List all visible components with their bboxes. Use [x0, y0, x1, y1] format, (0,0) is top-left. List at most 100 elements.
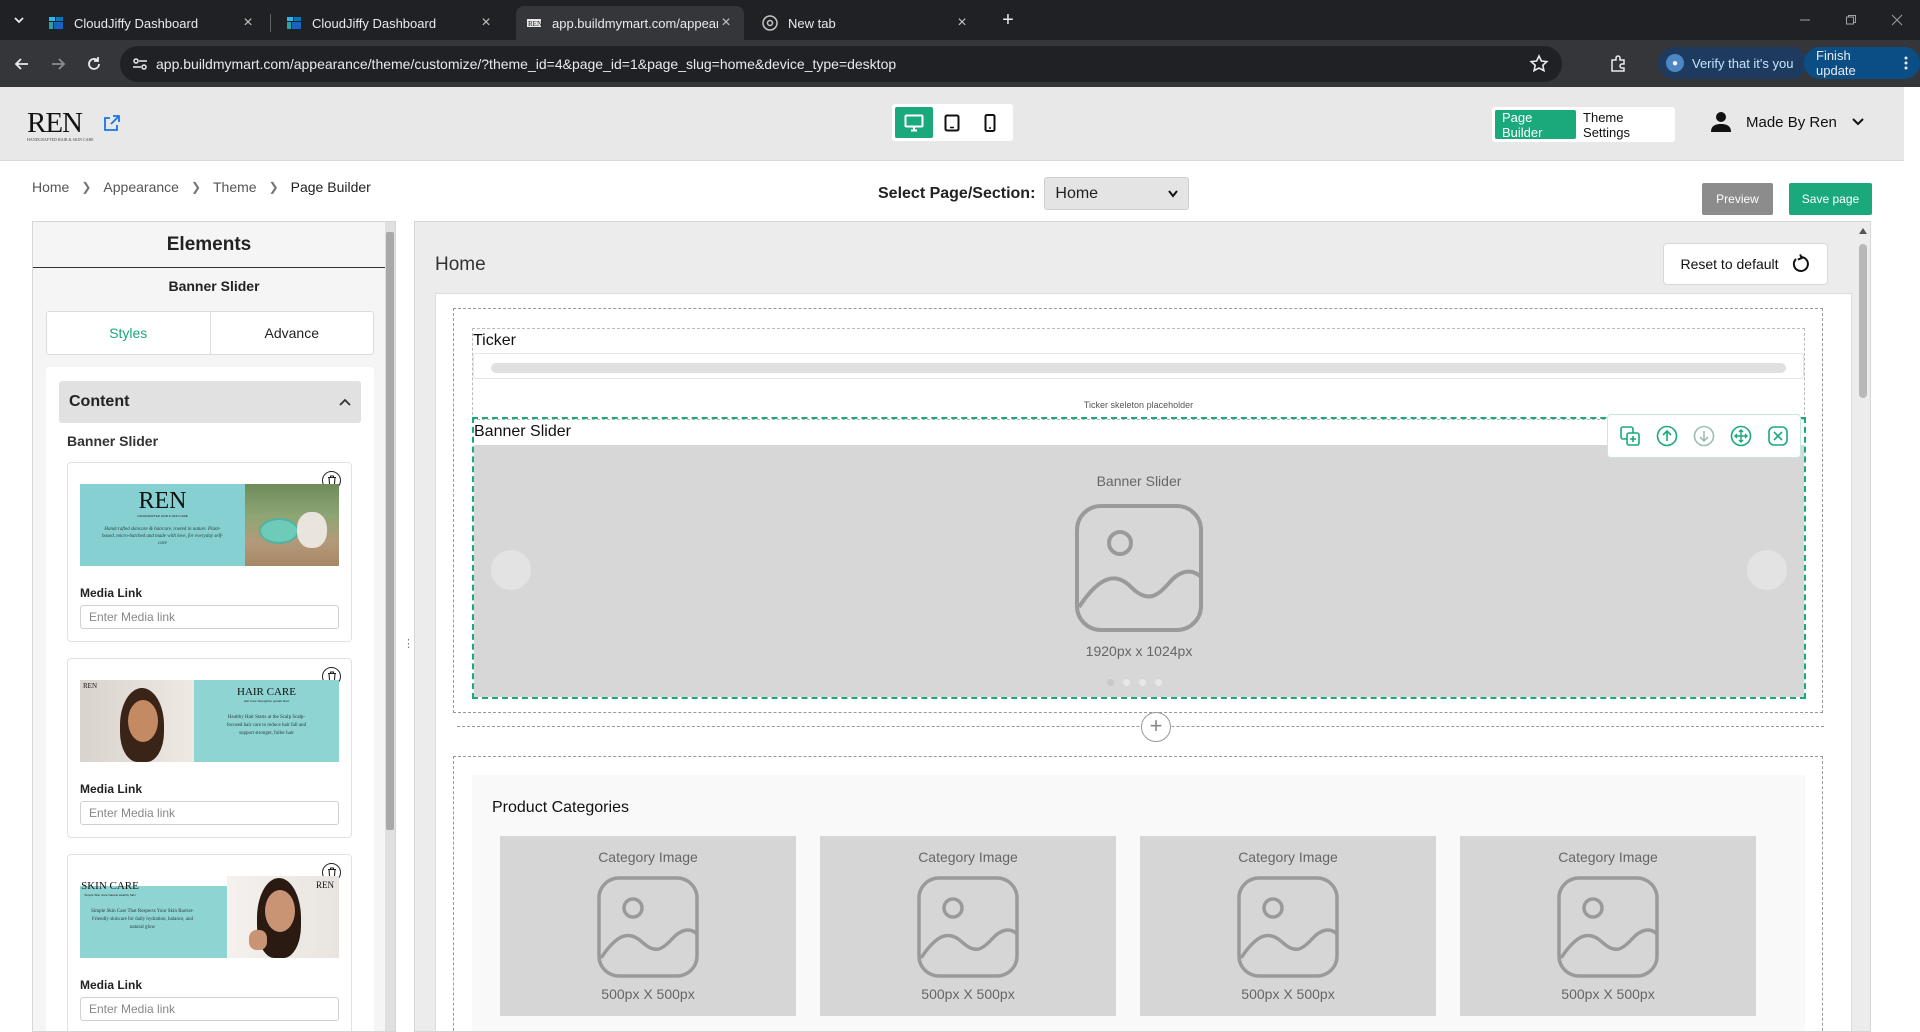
scroll-up-arrow-icon[interactable]: [1859, 228, 1867, 234]
move-down-icon[interactable]: [1692, 424, 1716, 448]
close-window-icon[interactable]: [1874, 0, 1920, 40]
user-menu[interactable]: Made By Ren: [1710, 111, 1865, 133]
back-arrow-icon[interactable]: [10, 52, 34, 76]
slide-text: Healthy Hair Starts at the Scalp Scalp-f…: [226, 715, 307, 736]
reset-label: Reset to default: [1680, 256, 1779, 272]
page-builder-mode-button[interactable]: Page Builder: [1495, 110, 1577, 140]
media-link-input[interactable]: Enter Media link: [80, 997, 339, 1021]
ren-logo[interactable]: REN HANDCRAFTED HAIR & SKIN CARE: [27, 107, 94, 142]
slide-thumbnail[interactable]: SKIN CARE Simple Skin Care Natural Healt…: [80, 876, 339, 958]
breadcrumb-home[interactable]: Home: [32, 179, 69, 195]
browser-tab-2[interactable]: CloudJiffy Dashboard ×: [276, 6, 504, 40]
cloudjiffy-favicon-icon: [287, 17, 301, 29]
page-select-dropdown[interactable]: Home: [1044, 177, 1190, 210]
banner-slider-block[interactable]: Banner Slider Banner Slider 1920px x 102…: [472, 414, 1806, 699]
slider-dot[interactable]: [1107, 679, 1114, 686]
banner-placeholder[interactable]: Banner Slider 1920px x 1024px: [474, 445, 1804, 697]
section-product-categories[interactable]: Product Categories Category Image 500px X…: [453, 756, 1823, 1031]
slide-tagline: HANDCRAFTED HAIR & SKIN CARE: [137, 514, 188, 518]
address-bar[interactable]: app.buildmymart.com/appearance/theme/cus…: [120, 46, 1562, 82]
tab-title: CloudJiffy Dashboard: [312, 15, 437, 31]
banner-slider-title: Banner Slider: [474, 423, 571, 440]
url-text[interactable]: app.buildmymart.com/appearance/theme/cus…: [156, 56, 896, 72]
duplicate-icon[interactable]: [1618, 424, 1642, 448]
builder-canvas: Home Reset to default Ticker Ticker skel…: [414, 221, 1871, 1032]
slide-thumbnail[interactable]: REN HANDCRAFTED HAIR & SKIN CARE Handcra…: [80, 484, 339, 566]
panel-scrollbar-thumb[interactable]: [386, 232, 394, 830]
product-categories-title: Product Categories: [492, 799, 629, 816]
breadcrumb-theme[interactable]: Theme: [213, 179, 257, 195]
desktop-view-button[interactable]: [895, 107, 933, 138]
forward-arrow-icon[interactable]: [46, 52, 70, 76]
ticker-block[interactable]: Ticker Ticker skeleton placeholder: [472, 328, 1805, 420]
panel-resize-handle-icon[interactable]: ⋮: [403, 637, 414, 650]
device-switcher: [892, 104, 1013, 141]
category-card[interactable]: Category Image 500px X 500px: [1460, 836, 1756, 1016]
canvas-scrollbar-thumb[interactable]: [1859, 244, 1867, 398]
open-store-external-link-icon[interactable]: [103, 114, 121, 132]
extensions-icon[interactable]: [1606, 52, 1630, 76]
browser-tab-active[interactable]: REN app.buildmymart.com/appeara ×: [516, 6, 744, 40]
reload-icon[interactable]: [82, 52, 106, 76]
chevron-up-icon: [339, 398, 351, 406]
product-categories-block[interactable]: Product Categories Category Image 500px X…: [472, 775, 1805, 1031]
mobile-view-button[interactable]: [971, 107, 1009, 138]
slider-dot[interactable]: [1155, 679, 1162, 686]
browser-tab-4[interactable]: New tab ×: [752, 6, 980, 40]
logo-text: REN: [27, 107, 83, 139]
move-up-icon[interactable]: [1655, 424, 1679, 448]
tablet-view-button[interactable]: [933, 107, 971, 138]
tab-close-icon[interactable]: ×: [478, 15, 494, 31]
category-image-label: Category Image: [1558, 849, 1658, 865]
tab-separator: [270, 14, 271, 32]
svg-text:REN: REN: [528, 20, 542, 28]
bookmark-star-icon[interactable]: [1528, 53, 1550, 75]
tab-advance[interactable]: Advance: [211, 312, 374, 354]
category-card[interactable]: Category Image 500px X 500px: [500, 836, 796, 1016]
slider-dot[interactable]: [1139, 679, 1146, 686]
page-section-select: Select Page/Section: Home: [878, 177, 1190, 210]
media-link-input[interactable]: Enter Media link: [80, 801, 339, 825]
breadcrumb-appearance[interactable]: Appearance: [103, 179, 179, 195]
app-header: REN HANDCRAFTED HAIR & SKIN CARE Page Bu…: [0, 87, 1904, 161]
slide-thumbnail[interactable]: REN HAIR CARE Hair Care Strengthen growt…: [80, 680, 339, 762]
verify-label: Verify that it's you: [1692, 55, 1794, 71]
tab-search-icon[interactable]: [6, 8, 32, 32]
restore-icon[interactable]: [1828, 0, 1874, 40]
finish-update-button[interactable]: Finish update: [1804, 47, 1920, 79]
add-section-button[interactable]: +: [1141, 712, 1171, 742]
browser-tab-1[interactable]: CloudJiffy Dashboard ×: [38, 6, 266, 40]
slider-prev-arrow[interactable]: [491, 550, 531, 590]
image-placeholder-icon: [917, 876, 1019, 978]
theme-settings-mode-button[interactable]: Theme Settings: [1576, 110, 1672, 140]
reset-to-default-button[interactable]: Reset to default: [1663, 243, 1828, 285]
user-name: Made By Ren: [1746, 113, 1837, 131]
category-image-label: Category Image: [598, 849, 698, 865]
category-card[interactable]: Category Image 500px X 500px: [820, 836, 1116, 1016]
content-settings: Content Banner Slider REN HANDCRAFTED HA…: [46, 367, 374, 1031]
save-page-button[interactable]: Save page: [1789, 183, 1872, 215]
media-link-label: Media Link: [80, 978, 143, 992]
drag-move-icon[interactable]: [1729, 424, 1753, 448]
canvas-scrollbar[interactable]: [1855, 222, 1870, 1031]
remove-section-icon[interactable]: [1766, 424, 1790, 448]
media-link-input[interactable]: Enter Media link: [80, 605, 339, 629]
verify-identity-button[interactable]: ● Verify that it's you: [1658, 47, 1808, 79]
tab-styles[interactable]: Styles: [47, 312, 211, 354]
slider-next-arrow[interactable]: [1747, 550, 1787, 590]
panel-scrollbar[interactable]: [385, 222, 395, 1031]
minimize-icon[interactable]: [1782, 0, 1828, 40]
tab-close-icon[interactable]: ×: [718, 15, 734, 31]
chevron-down-icon: [1852, 118, 1864, 126]
tab-close-icon[interactable]: ×: [954, 15, 970, 31]
section-ticker-banner[interactable]: Ticker Ticker skeleton placeholder Banne…: [453, 308, 1823, 713]
tab-close-icon[interactable]: ×: [240, 15, 256, 31]
preview-button[interactable]: Preview: [1702, 183, 1773, 215]
breadcrumb: Home ❯ Appearance ❯ Theme ❯ Page Builder: [32, 179, 371, 195]
content-accordion-header[interactable]: Content: [59, 381, 361, 423]
new-tab-button[interactable]: +: [996, 8, 1020, 32]
slider-dot[interactable]: [1123, 679, 1130, 686]
category-image-label: Category Image: [1238, 849, 1338, 865]
category-card[interactable]: Category Image 500px X 500px: [1140, 836, 1436, 1016]
site-info-icon[interactable]: [130, 54, 150, 74]
